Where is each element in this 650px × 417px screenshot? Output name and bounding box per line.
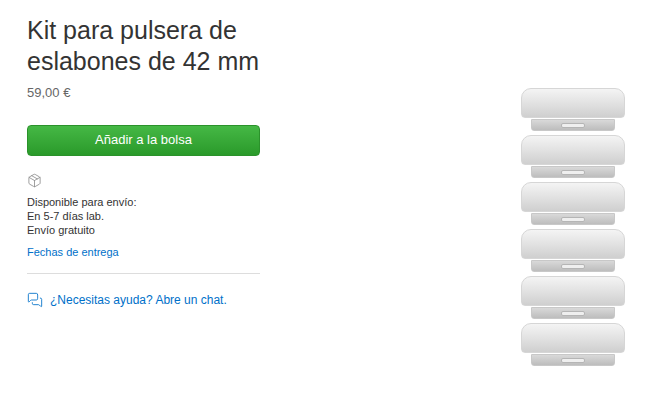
product-price: 59,00 € bbox=[27, 83, 300, 103]
chat-icon bbox=[27, 292, 43, 308]
box-icon bbox=[27, 173, 300, 188]
product-info: Kit para pulsera de eslabones de 42 mm 59… bbox=[0, 0, 300, 417]
link-segment bbox=[521, 229, 625, 272]
delivery-dates-link[interactable]: Fechas de entrega bbox=[27, 245, 300, 259]
link-segment bbox=[521, 276, 625, 319]
product-image bbox=[521, 0, 650, 417]
shipping-heading: Disponible para envío: bbox=[27, 195, 300, 209]
divider bbox=[27, 273, 260, 274]
add-to-bag-button[interactable]: Añadir a la bolsa bbox=[27, 125, 260, 156]
link-segment bbox=[521, 182, 625, 225]
product-page: Kit para pulsera de eslabones de 42 mm 59… bbox=[0, 0, 650, 417]
help-chat-link[interactable]: ¿Necesitas ayuda? Abre un chat. bbox=[27, 291, 300, 309]
product-title: Kit para pulsera de eslabones de 42 mm bbox=[27, 15, 277, 77]
shipping-line: Envío gratuito bbox=[27, 223, 300, 237]
link-segment bbox=[521, 88, 625, 131]
shipping-line: En 5-7 días lab. bbox=[27, 209, 300, 223]
link-segment bbox=[521, 135, 625, 178]
link-segment bbox=[521, 323, 625, 366]
